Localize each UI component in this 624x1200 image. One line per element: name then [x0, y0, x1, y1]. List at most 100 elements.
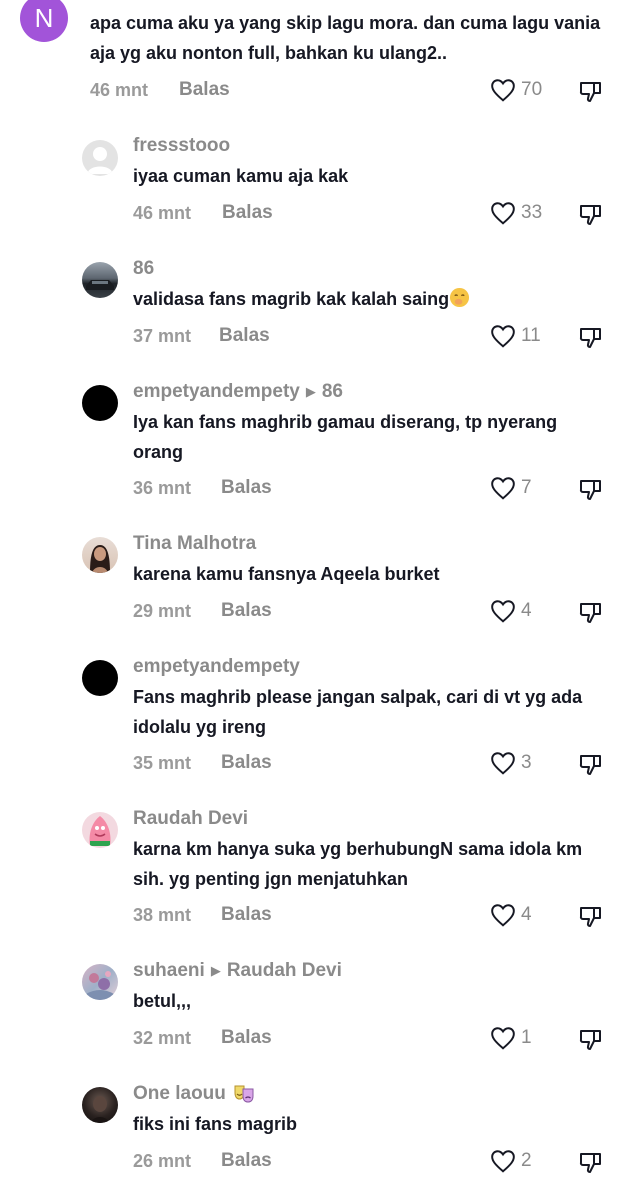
thumbs-down-icon[interactable]: [577, 324, 605, 352]
username-text: fressstooo: [133, 135, 231, 156]
username[interactable]: empetyandempety ▶ 86: [133, 381, 343, 403]
avatar[interactable]: [82, 812, 118, 848]
reply-button[interactable]: Balas: [222, 202, 273, 224]
heart-icon: [491, 325, 515, 348]
reply-button[interactable]: Balas: [221, 752, 272, 774]
comment-text: karena kamu fansnya Aqeela burket: [133, 559, 583, 589]
comment-text-line: betul,,,: [133, 991, 191, 1011]
like-button[interactable]: 33: [490, 201, 542, 225]
comment-text: validasa fans magrib kak kalah saing: [133, 284, 583, 314]
like-count: 3: [521, 752, 532, 773]
comment-time: 36 mnt: [133, 478, 192, 498]
avatar[interactable]: [82, 140, 118, 176]
comment-time: 26 mnt: [133, 1151, 192, 1171]
comment-time: 29 mnt: [133, 601, 192, 621]
comment-text: betul,,,: [133, 986, 583, 1016]
username-text: Raudah Devi: [133, 808, 249, 829]
username[interactable]: 86: [133, 258, 154, 280]
thumbs-down-icon[interactable]: [577, 78, 605, 106]
comment-text-line: orang: [133, 442, 184, 462]
like-count: 2: [521, 1150, 532, 1171]
like-button[interactable]: 7: [490, 476, 532, 500]
like-button[interactable]: 11: [490, 324, 541, 348]
thumbs-down-icon[interactable]: [577, 599, 605, 627]
heart-icon: [491, 904, 515, 927]
like-count: 33: [521, 202, 543, 223]
comment-text: karna km hanya suka yg berhubungN sama i…: [133, 834, 583, 894]
username-text: Tina Malhotra: [133, 533, 257, 554]
thumbs-down-icon[interactable]: [577, 903, 605, 931]
thumbs-down-icon[interactable]: [577, 1149, 605, 1177]
dark-photo-icon: [91, 1096, 109, 1123]
like-button[interactable]: 70: [490, 78, 542, 102]
comment-text-line: Fans maghrib please jangan salpak, cari …: [133, 687, 583, 707]
heart-icon: [491, 600, 515, 623]
like-count: 70: [521, 79, 543, 100]
comment-text-line: karena kamu fansnya Aqeela burket: [133, 564, 440, 584]
avatar[interactable]: [82, 262, 118, 298]
comment-text: Iya kan fans maghrib gamau diserang, tp …: [133, 407, 583, 467]
comment-time: 35 mnt: [133, 753, 192, 773]
username[interactable]: fressstooo: [133, 135, 230, 157]
reply-to-username[interactable]: Raudah Devi: [227, 960, 342, 982]
comment-text-line: apa cuma aku ya yang skip lagu mora. dan…: [90, 13, 601, 33]
comment-text-span: validasa fans magrib kak kalah saing: [133, 289, 450, 309]
avatar[interactable]: N: [20, 0, 68, 42]
flowers-photo-icon: [86, 971, 114, 1000]
car-photo-icon: [86, 280, 114, 290]
thumbs-down-icon[interactable]: [577, 1026, 605, 1054]
comment-text-line: sih. yg penting jgn menjatuhkan: [133, 869, 409, 889]
default-user-icon: [87, 147, 113, 174]
like-button[interactable]: 4: [490, 903, 532, 927]
like-count: 4: [521, 904, 532, 925]
username[interactable]: Tina Malhotra: [133, 533, 256, 555]
reply-button[interactable]: Balas: [179, 79, 230, 101]
like-button[interactable]: 4: [490, 599, 532, 623]
username-text: One laouu: [133, 1083, 226, 1104]
avatar[interactable]: [82, 964, 118, 1000]
reply-button[interactable]: Balas: [221, 600, 272, 622]
reply-button[interactable]: Balas: [221, 1150, 272, 1172]
comment-time: 38 mnt: [133, 905, 192, 925]
reply-button[interactable]: Balas: [219, 325, 270, 347]
heart-icon: [491, 477, 515, 500]
avatar-letter: N: [34, 2, 54, 33]
like-button[interactable]: 1: [490, 1026, 532, 1050]
thumbs-down-icon[interactable]: [577, 201, 605, 229]
comment-text: fiks ini fans magrib: [133, 1109, 583, 1139]
like-count: 11: [521, 325, 541, 346]
comment-text-line: idolalu yg ireng: [133, 717, 267, 737]
reply-button[interactable]: Balas: [221, 904, 272, 926]
heart-icon: [491, 1150, 515, 1173]
comment-time: 46 mnt: [90, 80, 149, 100]
comment-text-line: Iya kan fans maghrib gamau diserang, tp …: [133, 412, 558, 432]
reply-to-username[interactable]: 86: [322, 381, 343, 403]
avatar[interactable]: [82, 537, 118, 573]
username[interactable]: One laouu: [133, 1083, 256, 1105]
comment-time: 32 mnt: [133, 1028, 192, 1048]
heart-icon: [491, 202, 515, 225]
username-text: 86: [133, 258, 155, 279]
username-text: empetyandempety: [133, 381, 300, 402]
comment-text-line: aja yg aku nonton full, bahkan ku ulang2…: [90, 43, 448, 63]
username[interactable]: suhaeni ▶ Raudah Devi: [133, 960, 342, 982]
thumbs-down-icon[interactable]: [577, 751, 605, 779]
reply-button[interactable]: Balas: [221, 477, 272, 499]
heart-icon: [491, 1027, 515, 1050]
reply-button[interactable]: Balas: [221, 1027, 272, 1049]
avatar[interactable]: [82, 1087, 118, 1123]
like-button[interactable]: 2: [490, 1149, 532, 1173]
heart-icon: [491, 752, 515, 775]
reply-arrow-icon: ▶: [210, 963, 221, 978]
username[interactable]: Raudah Devi: [133, 808, 248, 830]
comment-text-line: validasa fans magrib kak kalah saing: [133, 284, 583, 314]
like-button[interactable]: 3: [490, 751, 532, 775]
avatar[interactable]: [82, 385, 118, 421]
avatar[interactable]: [82, 660, 118, 696]
thumbs-down-icon[interactable]: [577, 476, 605, 504]
like-count: 7: [521, 477, 532, 498]
username[interactable]: empetyandempety: [133, 656, 300, 678]
like-count: 4: [521, 600, 532, 621]
comment-text: apa cuma aku ya yang skip lagu mora. dan…: [90, 8, 610, 68]
comment-text-line: iyaa cuman kamu aja kak: [133, 166, 349, 186]
